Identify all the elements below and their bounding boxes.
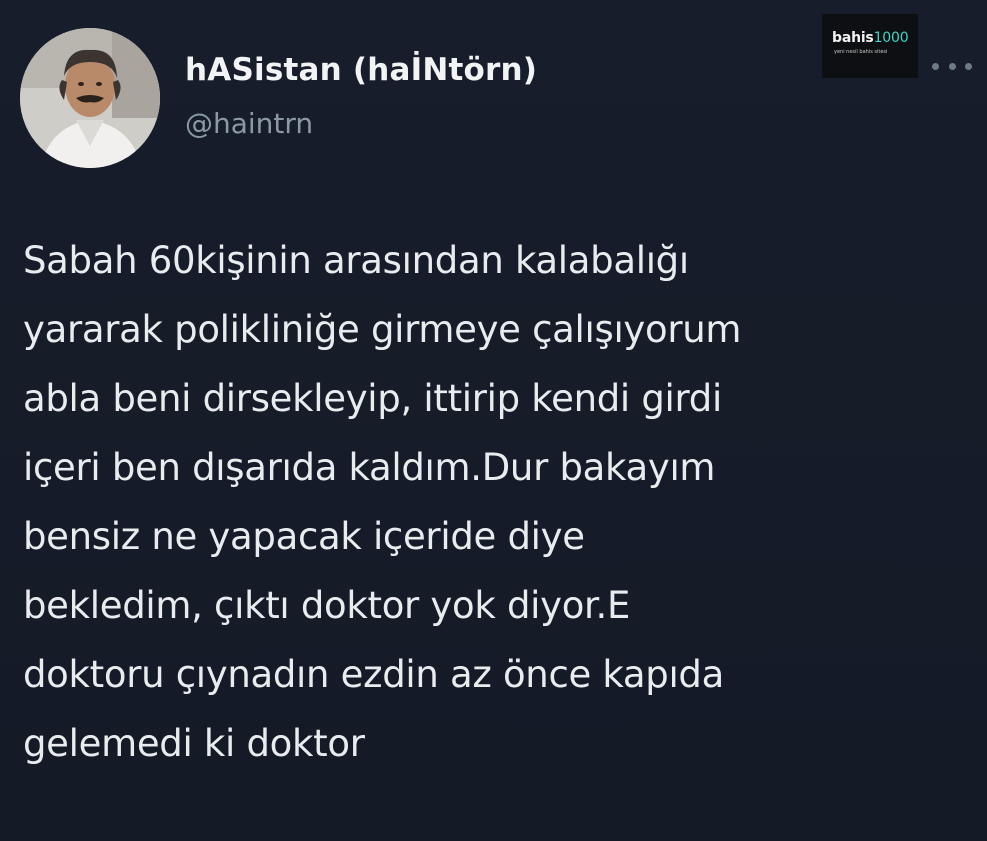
tweet-text-line: gelemedi ki doktor <box>23 722 365 765</box>
tweet-text-line: içeri ben dışarıda kaldım.Dur bakayım <box>23 446 716 489</box>
avatar[interactable] <box>20 28 160 168</box>
more-horizontal-icon <box>932 62 939 70</box>
display-name[interactable]: hASistan (haİNtörn) <box>185 52 537 88</box>
tweet-text-line: bensiz ne yapacak içeride diye <box>23 515 585 558</box>
tweet-card: hASistan (haİNtörn) @haintrn bahis1000 y… <box>0 0 987 841</box>
watermark-logo-text: bahis1000 <box>832 30 909 46</box>
tweet-text-line: bekledim, çıktı doktor yok diyor.E <box>23 584 631 627</box>
more-horizontal-icon <box>965 62 972 70</box>
watermark-logo-prefix: bahis <box>832 30 874 46</box>
tweet-text: Sabah 60kişinin arasından kalabalığı yar… <box>23 226 983 778</box>
watermark-tagline: yeni nesil bahis sitesi <box>834 49 888 55</box>
tweet-text-line: yararak polikliniğe girmeye çalışıyorum <box>23 308 742 351</box>
tweet-text-line: doktoru çıynadın ezdin az önce kapıda <box>23 653 724 696</box>
avatar-image <box>20 28 160 168</box>
watermark-logo: bahis1000 yeni nesil bahis sitesi <box>822 14 918 78</box>
user-handle[interactable]: @haintrn <box>185 107 313 140</box>
tweet-text-line: abla beni dirsekleyip, ittirip kendi gir… <box>23 377 722 420</box>
tweet-text-line: Sabah 60kişinin arasından kalabalığı <box>23 239 689 282</box>
watermark-logo-suffix: 1000 <box>873 30 909 46</box>
more-options-button[interactable] <box>932 56 972 76</box>
more-horizontal-icon <box>948 62 956 70</box>
